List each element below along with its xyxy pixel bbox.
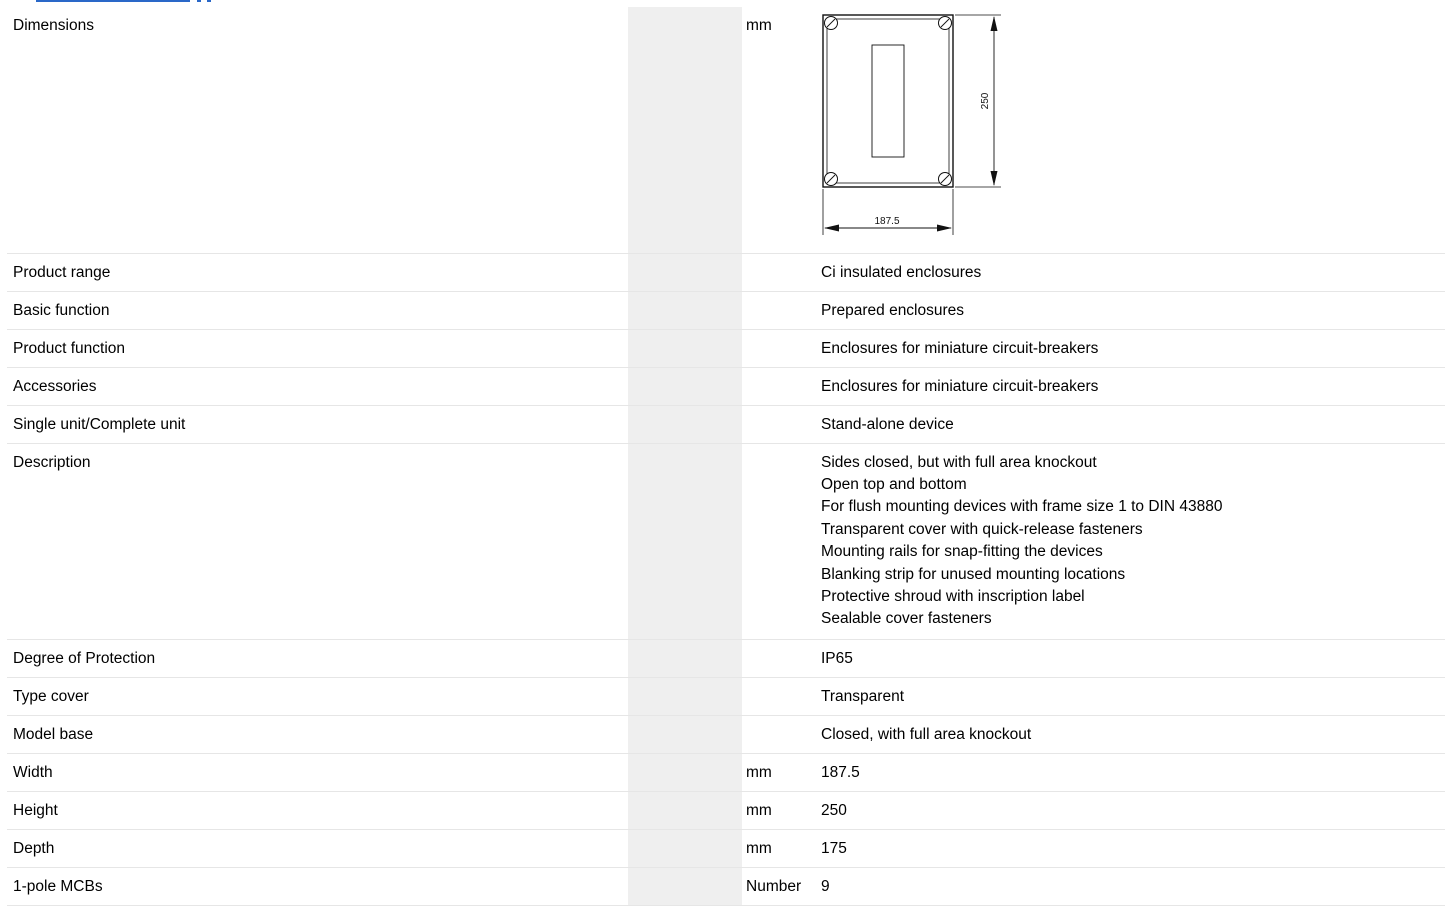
enclosure-outline [822,14,954,188]
row-label: Degree of Protection [7,639,628,678]
spec-table: Dimensions mm 250 187.5 Product range Ci… [7,7,1445,906]
screw-icon [938,172,952,186]
row-unit: mm [742,753,817,792]
row-label: Depth [7,829,628,868]
table-row: Depth mm 175 [7,829,1445,868]
description-line: Sealable cover fasteners [821,610,992,628]
row-label: Basic function [7,291,628,330]
row-label: Product range [7,253,628,292]
width-label: 187.5 [874,216,899,227]
description-line: Blanking strip for unused mounting locat… [821,565,1126,583]
shaded-spacer [628,639,742,678]
table-row: Height mm 250 [7,791,1445,830]
description-line: Protective shroud with inscription label [821,587,1085,605]
table-row: Accessories Enclosures for miniature cir… [7,367,1445,406]
table-row: Product function Enclosures for miniatur… [7,329,1445,368]
description-line: Open top and bottom [821,475,967,493]
cover-outline [826,18,950,184]
table-row-dimensions: Dimensions mm 250 187.5 [7,7,1445,254]
row-unit [742,291,817,330]
shaded-spacer [628,791,742,830]
description-line: Mounting rails for snap-fitting the devi… [821,543,1103,561]
row-label: Width [7,753,628,792]
row-unit [742,329,817,368]
row-label: Model base [7,715,628,754]
shaded-spacer [628,443,742,640]
dimension-drawing-cell: 250 187.5 [817,7,1445,254]
row-label: Type cover [7,677,628,716]
row-value: Transparent [817,677,1445,716]
description-value: Sides closed, but with full area knockou… [817,443,1445,640]
row-unit [742,677,817,716]
table-row: Type cover Transparent [7,677,1445,716]
row-unit: mm [742,7,817,254]
row-unit [742,443,817,640]
row-value: Enclosures for miniature circuit-breaker… [817,329,1445,368]
table-row: Degree of Protection IP65 [7,639,1445,678]
row-unit: Number [742,867,817,906]
row-label: 1-pole MCBs [7,867,628,906]
row-unit [742,405,817,444]
mcb-window [871,44,905,158]
shaded-spacer [628,867,742,906]
shaded-spacer [628,677,742,716]
row-label: Product function [7,329,628,368]
row-label: Height [7,791,628,830]
height-label: 250 [980,92,991,109]
accent-bar [36,0,190,2]
row-label: Dimensions [7,7,628,254]
screw-icon [938,16,952,30]
row-value: 9 [817,867,1445,906]
table-row: 1-pole MCBs Number 9 [7,867,1445,906]
row-label: Single unit/Complete unit [7,405,628,444]
row-unit [742,715,817,754]
row-value: Prepared enclosures [817,291,1445,330]
row-value: IP65 [817,639,1445,678]
screw-icon [824,16,838,30]
accent-dot [207,0,211,2]
description-line: Sides closed, but with full area knockou… [821,453,1097,471]
row-label: Description [7,443,628,640]
height-dimension: 250 [955,14,1001,188]
row-unit [742,253,817,292]
table-row-description: Description Sides closed, but with full … [7,443,1445,640]
table-row: Single unit/Complete unit Stand-alone de… [7,405,1445,444]
row-value: 175 [817,829,1445,868]
description-line: Transparent cover with quick-release fas… [821,520,1143,538]
table-row: Basic function Prepared enclosures [7,291,1445,330]
row-value: Stand-alone device [817,405,1445,444]
shaded-spacer [628,7,742,254]
row-value: 250 [817,791,1445,830]
row-value: Enclosures for miniature circuit-breaker… [817,367,1445,406]
top-accent-line [0,0,1451,6]
shaded-spacer [628,291,742,330]
shaded-spacer [628,753,742,792]
shaded-spacer [628,253,742,292]
shaded-spacer [628,329,742,368]
table-row: Model base Closed, with full area knocko… [7,715,1445,754]
row-value: Ci insulated enclosures [817,253,1445,292]
screw-icon [824,172,838,186]
row-unit [742,639,817,678]
row-value: Closed, with full area knockout [817,715,1445,754]
width-dimension: 187.5 [822,189,954,235]
enclosure-dimension-drawing: 250 187.5 [822,14,1001,235]
row-label: Accessories [7,367,628,406]
row-unit: mm [742,791,817,830]
shaded-spacer [628,405,742,444]
description-line: For flush mounting devices with frame si… [821,498,1223,516]
shaded-spacer [628,829,742,868]
row-unit [742,367,817,406]
table-row: Width mm 187.5 [7,753,1445,792]
shaded-spacer [628,715,742,754]
table-row: Product range Ci insulated enclosures [7,253,1445,292]
row-value: 187.5 [817,753,1445,792]
row-unit: mm [742,829,817,868]
accent-dot [197,0,201,2]
shaded-spacer [628,367,742,406]
